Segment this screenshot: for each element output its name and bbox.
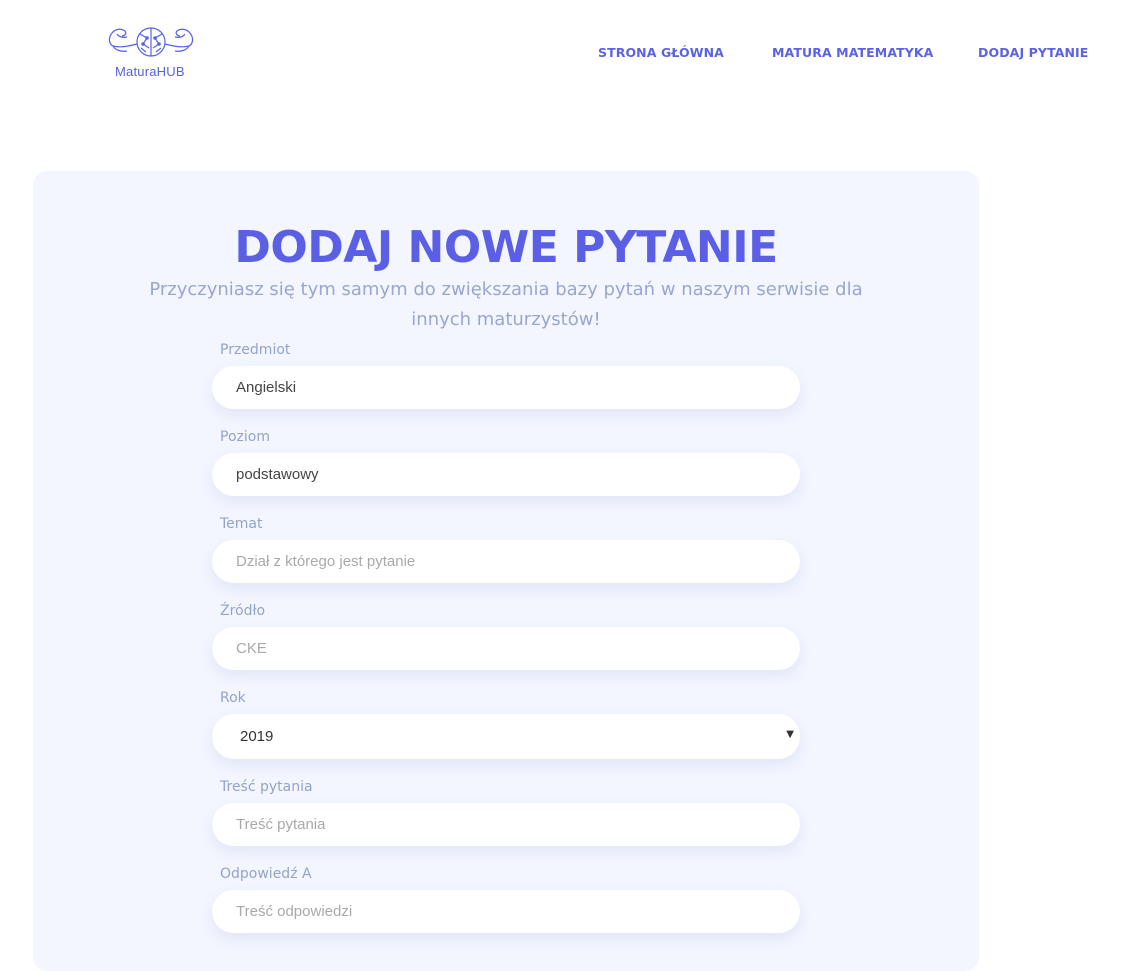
nav-item-add-question[interactable]: DODAJ PYTANIE: [978, 45, 1088, 60]
level-input[interactable]: [212, 453, 800, 496]
source-input[interactable]: [212, 627, 800, 670]
logo-text: MaturaHUB: [115, 64, 185, 79]
source-label: Źródło: [220, 603, 266, 619]
year-select-value: 2019: [240, 728, 274, 745]
topic-label: Temat: [220, 516, 263, 532]
main-nav: STRONA GŁÓWNA MATURA MATEMATYKA DODAJ PY…: [0, 45, 1148, 65]
nav-item-home[interactable]: STRONA GŁÓWNA: [598, 45, 724, 60]
year-select[interactable]: 2019 ▼: [212, 714, 800, 759]
topic-input[interactable]: [212, 540, 800, 583]
level-label: Poziom: [220, 429, 270, 445]
caret-down-icon: ▼: [786, 729, 794, 740]
page-title: DODAJ NOWE PYTANIE: [234, 222, 778, 273]
site-header: MaturaHUB STRONA GŁÓWNA MATURA MATEMATYK…: [0, 0, 1148, 110]
subject-label: Przedmiot: [220, 342, 291, 358]
page-subtitle: Przyczyniasz się tym samym do zwiększani…: [149, 279, 863, 330]
nav-item-matura-math[interactable]: MATURA MATEMATYKA: [772, 45, 933, 60]
answer-a-input[interactable]: [212, 890, 800, 933]
answer-a-label: Odpowiedź A: [220, 866, 312, 882]
year-label: Rok: [220, 690, 246, 706]
subject-input[interactable]: [212, 366, 800, 409]
question-input[interactable]: [212, 803, 800, 846]
question-label: Treść pytania: [220, 779, 313, 795]
